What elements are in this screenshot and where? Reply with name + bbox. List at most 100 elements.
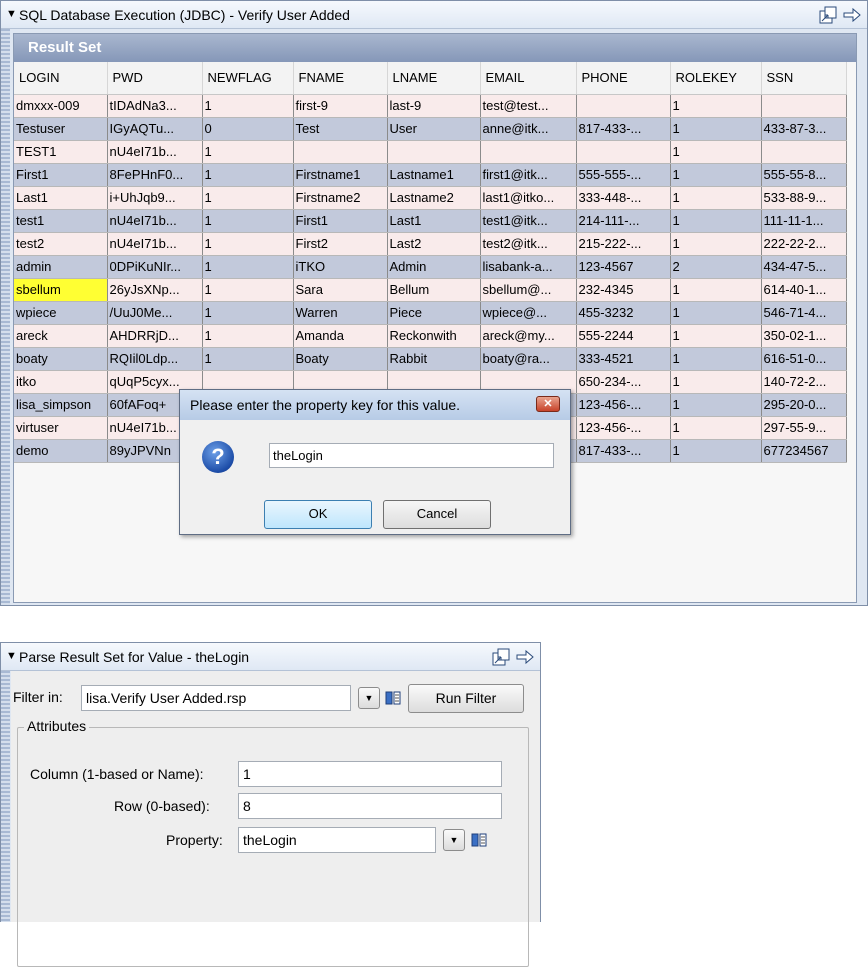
table-cell[interactable]: 1 — [670, 347, 762, 371]
run-filter-button[interactable]: Run Filter — [408, 684, 524, 713]
table-cell[interactable]: 1 — [670, 140, 762, 164]
table-cell[interactable]: 1 — [202, 163, 294, 187]
table-cell[interactable]: 1 — [670, 163, 762, 187]
selected-cell[interactable]: sbellum — [14, 278, 108, 302]
column-header[interactable]: LNAME — [387, 62, 481, 95]
table-cell[interactable]: 1 — [670, 232, 762, 256]
table-row[interactable]: Testuser IGyAQTu... 0 Test User anne@itk... 81… — [14, 117, 847, 141]
table-cell[interactable]: boaty — [14, 347, 108, 371]
table-cell[interactable]: Lastname1 — [387, 163, 481, 187]
table-cell[interactable]: 1 — [202, 186, 294, 210]
table-cell[interactable] — [576, 94, 671, 118]
table-cell[interactable]: 215-222-... — [576, 232, 671, 256]
table-cell[interactable]: 1 — [202, 255, 294, 279]
table-cell[interactable]: 333-4521 — [576, 347, 671, 371]
table-cell[interactable]: nU4eI71b... — [107, 140, 203, 164]
column-header[interactable]: PHONE — [576, 62, 671, 95]
table-cell[interactable]: test1@itk... — [480, 209, 577, 233]
book-icon[interactable] — [471, 832, 487, 848]
table-cell[interactable]: 0DPiKuNIr... — [107, 255, 203, 279]
table-cell[interactable]: IGyAQTu... — [107, 117, 203, 141]
table-cell[interactable]: areck — [14, 324, 108, 348]
table-cell[interactable]: nU4eI71b... — [107, 232, 203, 256]
table-cell[interactable]: Amanda — [293, 324, 388, 348]
table-row[interactable]: areck AHDRRjD... 1 Amanda Reckonwith areck@my… — [14, 324, 847, 348]
table-cell[interactable]: TEST1 — [14, 140, 108, 164]
table-cell[interactable]: 533-88-9... — [761, 186, 847, 210]
table-row[interactable]: dmxxx-009 tIDAdNa3... 1 first-9 last-9 test@t… — [14, 94, 847, 118]
table-cell[interactable]: first1@itk... — [480, 163, 577, 187]
table-cell[interactable]: 614-40-1... — [761, 278, 847, 302]
table-cell[interactable]: admin — [14, 255, 108, 279]
table-cell[interactable]: 817-433-... — [576, 117, 671, 141]
table-cell[interactable]: Firstname1 — [293, 163, 388, 187]
table-cell[interactable]: 650-234-... — [576, 370, 671, 394]
table-cell[interactable]: 1 — [202, 347, 294, 371]
table-cell[interactable]: boaty@ra... — [480, 347, 577, 371]
close-icon[interactable]: ✕ — [536, 396, 560, 412]
table-cell[interactable]: Testuser — [14, 117, 108, 141]
table-cell[interactable]: 1 — [202, 140, 294, 164]
table-cell[interactable]: First1 — [14, 163, 108, 187]
table-cell[interactable]: 1 — [202, 232, 294, 256]
table-cell[interactable]: test2@itk... — [480, 232, 577, 256]
table-cell[interactable]: wpiece — [14, 301, 108, 325]
table-row[interactable]: Last1 i+UhJqb9... 1 Firstname2 Lastname2 last… — [14, 186, 847, 210]
table-cell[interactable]: User — [387, 117, 481, 141]
table-cell[interactable]: Boaty — [293, 347, 388, 371]
table-cell[interactable] — [576, 140, 671, 164]
table-cell[interactable]: 0 — [202, 117, 294, 141]
table-cell[interactable]: 214-111-... — [576, 209, 671, 233]
table-cell[interactable]: 455-3232 — [576, 301, 671, 325]
table-cell[interactable] — [293, 140, 388, 164]
table-cell[interactable]: 123-4567 — [576, 255, 671, 279]
table-cell[interactable]: 1 — [670, 301, 762, 325]
table-cell[interactable] — [387, 140, 481, 164]
column-header[interactable]: LOGIN — [14, 62, 108, 95]
table-cell[interactable]: nU4eI71b... — [107, 209, 203, 233]
table-cell[interactable]: First2 — [293, 232, 388, 256]
table-cell[interactable]: Lastname2 — [387, 186, 481, 210]
table-cell[interactable]: 297-55-9... — [761, 416, 847, 440]
table-cell[interactable]: 26yJsXNp... — [107, 278, 203, 302]
table-cell[interactable]: test@test... — [480, 94, 577, 118]
table-cell[interactable]: Last1 — [14, 186, 108, 210]
table-row[interactable]: TEST1 nU4eI71b... 1 1 — [14, 140, 847, 164]
row-input[interactable]: 8 — [238, 793, 502, 819]
table-cell[interactable]: 123-456-... — [576, 416, 671, 440]
table-cell[interactable]: Piece — [387, 301, 481, 325]
table-cell[interactable]: 140-72-2... — [761, 370, 847, 394]
table-cell[interactable]: 817-433-... — [576, 439, 671, 463]
property-input[interactable]: theLogin — [238, 827, 436, 853]
table-cell[interactable]: First1 — [293, 209, 388, 233]
table-cell[interactable]: Warren — [293, 301, 388, 325]
collapse-icon[interactable]: ▼ — [6, 8, 17, 20]
table-cell[interactable]: Firstname2 — [293, 186, 388, 210]
table-cell[interactable]: 1 — [670, 94, 762, 118]
table-cell[interactable]: Bellum — [387, 278, 481, 302]
table-cell[interactable]: Admin — [387, 255, 481, 279]
table-cell[interactable]: Sara — [293, 278, 388, 302]
table-cell[interactable]: last-9 — [387, 94, 481, 118]
table-cell[interactable]: first-9 — [293, 94, 388, 118]
table-cell[interactable]: lisa_simpson — [14, 393, 108, 417]
table-cell[interactable]: 555-55-8... — [761, 163, 847, 187]
table-cell[interactable]: Test — [293, 117, 388, 141]
table-cell[interactable]: 1 — [202, 209, 294, 233]
table-cell[interactable]: 1 — [670, 439, 762, 463]
table-cell[interactable]: 616-51-0... — [761, 347, 847, 371]
table-cell[interactable] — [761, 140, 847, 164]
table-cell[interactable]: 546-71-4... — [761, 301, 847, 325]
table-cell[interactable]: 677234567 — [761, 439, 847, 463]
arrow-right-icon[interactable] — [843, 7, 861, 23]
table-cell[interactable]: iTKO — [293, 255, 388, 279]
book-icon[interactable] — [385, 690, 401, 706]
table-cell[interactable]: /UuJ0Me... — [107, 301, 203, 325]
table-cell[interactable]: 1 — [670, 186, 762, 210]
table-cell[interactable]: tIDAdNa3... — [107, 94, 203, 118]
table-cell[interactable]: sbellum@... — [480, 278, 577, 302]
table-cell[interactable]: 433-87-3... — [761, 117, 847, 141]
table-cell[interactable]: 123-456-... — [576, 393, 671, 417]
table-cell[interactable]: 1 — [202, 324, 294, 348]
dropdown-icon[interactable]: ▼ — [358, 687, 380, 709]
